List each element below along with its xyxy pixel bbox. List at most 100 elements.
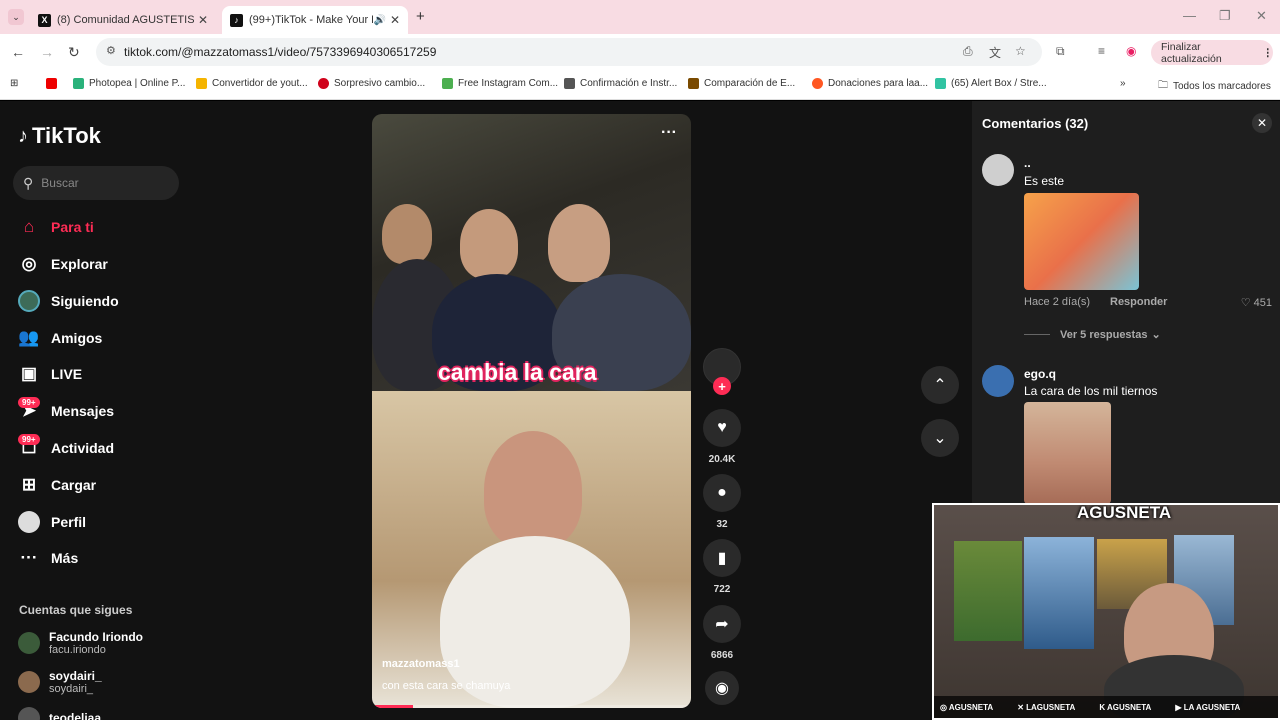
previous-video-button[interactable]: ⌃ <box>921 366 959 404</box>
folder-icon <box>196 78 207 89</box>
nav-perfil[interactable]: Perfil <box>18 508 86 536</box>
nav-mensajes[interactable]: ➤ 99+ Mensajes <box>18 397 114 425</box>
follow-plus-icon[interactable]: + <box>713 377 731 395</box>
x-handle: ✕ LAGUSNETA <box>1017 702 1076 712</box>
view-replies-button[interactable]: Ver 5 respuestas ⌄ <box>1024 328 1161 341</box>
stream-logo: LA AGUSNETA <box>1077 503 1172 522</box>
new-tab-icon[interactable]: + <box>416 8 425 25</box>
extensions-icon[interactable]: ⧉ <box>1056 44 1065 59</box>
more-options-icon[interactable]: ··· <box>661 124 677 142</box>
video-player[interactable]: cambia la cara ··· mazzatomass1 con esta… <box>372 114 691 708</box>
update-label: Finalizar actualización <box>1161 40 1222 65</box>
youtube-bookmark[interactable] <box>46 78 62 89</box>
tab-bar: ⌄ X (8) Comunidad AGUSTETISMO ✕ ♪ (99+)T… <box>0 0 1280 34</box>
instagram-handle: ◎ AGUSNETA <box>940 702 994 712</box>
share-button[interactable]: ➦ <box>703 605 741 643</box>
like-button[interactable]: ♥ <box>703 409 741 447</box>
account-name: Facundo Iriondo <box>49 630 143 644</box>
update-button[interactable]: Finalizar actualización ⋮ <box>1151 40 1273 65</box>
all-bookmarks[interactable]: 🗀 Todos los marcadores <box>1158 78 1271 95</box>
reply-button[interactable]: Responder <box>1110 296 1167 308</box>
bookmark-item[interactable]: Comparación de E... <box>688 78 795 89</box>
nav-label: Más <box>51 550 79 566</box>
translate-icon[interactable]: 文 <box>989 44 1001 61</box>
tab-title: (99+)TikTok - Make Your Da <box>249 14 374 26</box>
speaker-icon[interactable]: 🔊 <box>373 15 385 26</box>
reload-icon[interactable]: ↻ <box>68 44 80 61</box>
video-progress[interactable] <box>372 705 691 708</box>
minimize-icon[interactable]: — <box>1183 8 1196 23</box>
nav-amigos[interactable]: 👥 Amigos <box>18 324 102 352</box>
install-app-icon[interactable]: ⎙ <box>963 44 973 59</box>
nav-cargar[interactable]: ⊞ Cargar <box>18 471 96 499</box>
following-account[interactable]: teodeliaa <box>18 707 101 720</box>
close-tab-icon[interactable]: ✕ <box>390 13 400 27</box>
nav-para-ti[interactable]: ⌂ Para ti <box>18 213 94 241</box>
close-comments-button[interactable]: ✕ <box>1252 113 1272 133</box>
next-video-button[interactable]: ⌄ <box>921 419 959 457</box>
video-username[interactable]: mazzatomass1 <box>382 658 460 670</box>
tiktok-logo[interactable]: ♪ TikTok <box>18 123 101 149</box>
nav-siguiendo[interactable]: Siguiendo <box>18 287 119 315</box>
bookmark-item[interactable]: (65) Alert Box / Stre... <box>935 78 1047 89</box>
tab-comunidad[interactable]: X (8) Comunidad AGUSTETISMO ✕ <box>30 6 216 34</box>
music-disc[interactable]: ◉ <box>705 671 739 705</box>
comment-image[interactable] <box>1024 193 1139 290</box>
forward-icon[interactable]: → <box>40 44 54 60</box>
search-input[interactable]: ⚲ Buscar <box>13 166 179 200</box>
comment-username[interactable]: .. <box>1024 156 1031 170</box>
heart-icon: ♥ <box>717 419 727 436</box>
video-caption-overlay: cambia la cara <box>438 359 597 385</box>
link-icon <box>564 78 575 89</box>
avatar[interactable] <box>982 365 1014 397</box>
tab-search-button[interactable]: ⌄ <box>8 9 24 25</box>
following-account[interactable]: soydairi_ soydairi_ <box>18 669 102 695</box>
nav-live[interactable]: ▣ LIVE <box>18 360 82 388</box>
bookmark-item[interactable]: Donaciones para laa... <box>812 78 928 89</box>
more-bookmarks-icon[interactable]: » <box>1120 78 1126 89</box>
media-control-icon[interactable]: ≡ <box>1098 44 1105 58</box>
search-placeholder: Buscar <box>41 176 79 190</box>
apps-icon[interactable]: ⊞ <box>10 78 18 89</box>
bookmark-item[interactable]: Convertidor de yout... <box>196 78 308 89</box>
bookmark-item[interactable]: Confirmación e Instr... <box>564 78 677 89</box>
home-icon: ⌂ <box>23 217 35 236</box>
comment-like-button[interactable]: ♡ 451 <box>1241 296 1272 309</box>
bookmark-star-icon[interactable]: ☆ <box>1015 44 1026 58</box>
site-info-icon[interactable]: ⚙ <box>106 44 116 57</box>
close-window-icon[interactable]: ✕ <box>1256 8 1267 24</box>
bookmark-label: Donaciones para laa... <box>828 78 929 89</box>
comments-count: 32 <box>716 519 728 530</box>
video-description: con esta cara se chamuya <box>382 680 511 692</box>
account-name: soydairi_ <box>49 669 102 683</box>
address-bar[interactable]: ⚙ tiktok.com/@mazzatomass1/video/7573396… <box>96 38 1042 66</box>
restore-icon[interactable]: ❐ <box>1219 8 1231 24</box>
likes-count: 20.4K <box>708 454 736 465</box>
save-button[interactable]: ▮ <box>703 539 741 577</box>
nav-actividad[interactable]: ☐ 99+ Actividad <box>18 434 114 462</box>
tab-tiktok[interactable]: ♪ (99+)TikTok - Make Your Da 🔊 ✕ <box>222 6 408 34</box>
nav-explorar[interactable]: ◎ Explorar <box>18 250 108 278</box>
bookmark-item[interactable]: Free Instagram Com... <box>442 78 558 89</box>
upload-icon: ⊞ <box>21 475 37 494</box>
profile-icon[interactable]: ◉ <box>1126 44 1136 58</box>
nav-label: Siguiendo <box>51 293 119 309</box>
following-title: Cuentas que sigues <box>19 603 133 617</box>
bookmark-label: Free Instagram Com... <box>458 78 559 89</box>
heart-outline-icon: ♡ <box>1240 297 1254 309</box>
avatar[interactable] <box>982 154 1014 186</box>
close-tab-icon[interactable]: ✕ <box>198 13 208 27</box>
back-icon[interactable]: ← <box>11 44 25 60</box>
menu-dots-icon[interactable]: ⋮ <box>1263 47 1274 59</box>
comment-button[interactable]: ● <box>703 474 741 512</box>
following-account[interactable]: Facundo Iriondo facu.iriondo <box>18 630 143 656</box>
nav-mas[interactable]: ··· Más <box>18 544 79 572</box>
comment-username[interactable]: ego.q <box>1024 367 1056 381</box>
social-handle: LAGUSNETA <box>1026 702 1076 712</box>
bookmark-item[interactable]: Photopea | Online P... <box>73 78 185 89</box>
bookmark-item[interactable]: Sorpresivo cambio... <box>318 78 425 89</box>
url-text[interactable]: tiktok.com/@mazzatomass1/video/757339694… <box>124 45 436 59</box>
messages-icon: ➤ 99+ <box>18 397 40 422</box>
comment-image[interactable] <box>1024 402 1111 504</box>
nav-label: Amigos <box>51 330 103 346</box>
